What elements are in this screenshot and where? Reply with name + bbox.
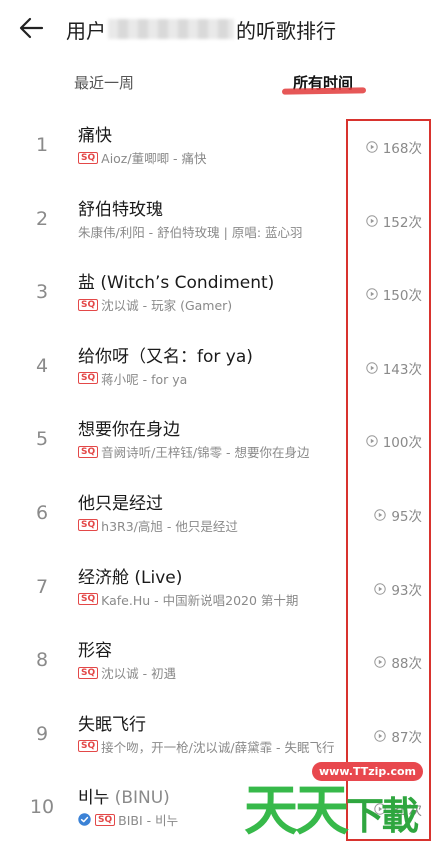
rank-number: 7: [35, 575, 49, 598]
rank-number: 2: [35, 207, 49, 230]
song-artist: 沈以诚 - 玩家 (Gamer): [101, 298, 233, 314]
song-artist: h3R3/高旭 - 他只是经过: [101, 518, 238, 534]
header-bar: 用户 的听歌排行: [0, 0, 437, 58]
song-title: 想要你在身边: [78, 420, 180, 441]
song-artist: 沈以诚 - 初遇: [101, 666, 177, 682]
sq-badge: SQ: [78, 151, 99, 164]
title-prefix: 用户: [66, 18, 106, 43]
song-artist: 音阙诗听/王梓钰/锦零 - 想要你在身边: [101, 445, 310, 461]
sq-badge: SQ: [78, 593, 99, 606]
title-suffix: 的听歌排行: [236, 18, 336, 43]
sq-badge: SQ: [78, 740, 99, 753]
rank-number: 8: [35, 649, 49, 672]
page-title: 用户 的听歌排行: [66, 14, 336, 44]
song-subtitle: 朱康伟/利阳 - 舒伯特玫瑰 | 原唱: 蓝心羽: [78, 222, 303, 241]
song-artist: 蒋小呢 - for ya: [101, 371, 188, 387]
song-title-main: 비누: [78, 788, 110, 809]
song-title: 盐 (Witch’s Condiment): [78, 273, 275, 294]
song-title: 给你呀（又名：for ya): [78, 346, 253, 367]
sq-badge: SQ: [78, 298, 99, 311]
song-subtitle: SQ 沈以诚 - 初遇: [78, 663, 176, 682]
song-title: 痛快: [78, 126, 112, 146]
song-title: 他只是经过: [78, 493, 163, 514]
song-title: 经济舱 (Live): [78, 567, 183, 588]
blurred-username: [108, 19, 234, 39]
song-title-extra: (BINU): [109, 788, 170, 809]
song-title: 失眠飞行: [78, 714, 146, 735]
sq-badge: SQ: [78, 666, 99, 679]
watermark-url: www.TTzip.com: [312, 762, 423, 781]
back-arrow-icon[interactable]: [16, 12, 48, 44]
verified-check-icon: [78, 813, 91, 827]
sq-badge: SQ: [78, 519, 99, 532]
song-artist: Aioz/董唧唧 - 痛快: [101, 151, 207, 166]
song-subtitle: SQ Kafe.Hu - 中国新说唱2020 第十期: [78, 590, 298, 609]
song-subtitle: SQ h3R3/高旭 - 他只是经过: [78, 516, 238, 535]
song-artist: BIBI - 비누: [118, 813, 179, 829]
song-title: 形容: [78, 641, 112, 662]
watermark-small-chars: 下載: [346, 794, 419, 838]
song-artist: 朱康伟/利阳 - 舒伯特玫瑰 | 原唱: 蓝心羽: [78, 224, 303, 240]
song-subtitle: SQ BIBI - 비누: [78, 810, 178, 829]
song-subtitle: SQ 沈以诚 - 玩家 (Gamer): [78, 295, 232, 314]
rank-number: 10: [29, 796, 55, 819]
tab-recent-week[interactable]: 最近一周: [74, 72, 134, 93]
song-subtitle: SQ 蒋小呢 - for ya: [78, 369, 187, 388]
sq-badge: SQ: [95, 813, 116, 826]
rank-number: 3: [35, 281, 49, 304]
site-watermark: 天天下載 www.TTzip.com: [244, 748, 424, 842]
time-range-tabs: 最近一周 所有时间: [0, 66, 437, 102]
song-subtitle: SQ Aioz/董唧唧 - 痛快: [78, 148, 207, 167]
rank-number: 6: [35, 501, 49, 524]
play-count-highlight-box: [346, 119, 431, 841]
watermark-big-chars: 天天: [244, 779, 349, 842]
song-title: 비누 (BINU): [78, 783, 170, 808]
song-subtitle: SQ 音阙诗听/王梓钰/锦零 - 想要你在身边: [78, 442, 310, 461]
sq-badge: SQ: [78, 445, 99, 458]
sq-badge: SQ: [78, 372, 99, 385]
rank-number: 9: [35, 722, 49, 745]
rank-number: 1: [35, 134, 49, 156]
rank-number: 5: [35, 428, 49, 451]
song-title: 舒伯特玫瑰: [78, 199, 163, 220]
song-artist: Kafe.Hu - 中国新说唱2020 第十期: [101, 592, 299, 608]
rank-number: 4: [35, 354, 49, 377]
